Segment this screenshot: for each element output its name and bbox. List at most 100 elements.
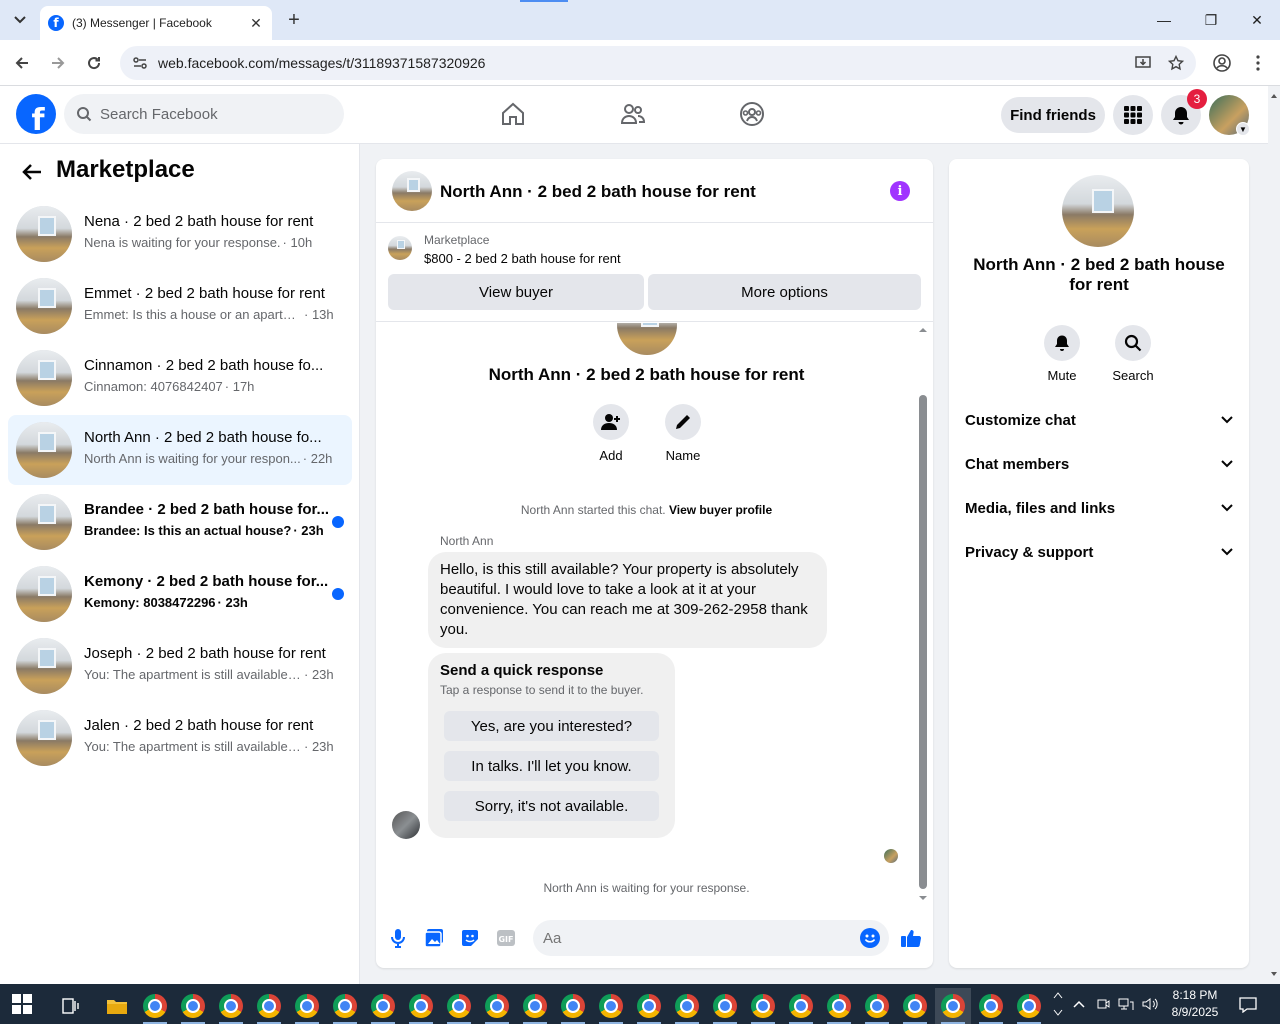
install-app-icon[interactable] bbox=[1132, 51, 1156, 75]
conversation-item[interactable]: North Ann · 2 bed 2 bath house fo... Nort… bbox=[8, 415, 352, 485]
quick-reply-in-talks-button[interactable]: In talks. I'll let you know. bbox=[444, 751, 659, 781]
conversation-item[interactable]: Kemony · 2 bed 2 bath house for... Kemony… bbox=[8, 559, 352, 629]
chevron-down-icon[interactable]: ▼ bbox=[1236, 122, 1250, 136]
windows-start-icon[interactable] bbox=[12, 994, 32, 1014]
conversation-item[interactable]: Joseph · 2 bed 2 bath house for rent You:… bbox=[8, 631, 352, 701]
chrome-taskbar-icon[interactable] bbox=[783, 988, 819, 1024]
facebook-search-box[interactable]: Search Facebook bbox=[64, 94, 344, 134]
scroll-up-icon[interactable] bbox=[1268, 90, 1280, 102]
edit-name-button[interactable]: Name bbox=[655, 404, 711, 463]
chrome-taskbar-icon[interactable] bbox=[631, 988, 667, 1024]
chrome-taskbar-icon[interactable] bbox=[897, 988, 933, 1024]
listing-thumbnail[interactable] bbox=[388, 236, 412, 260]
chrome-taskbar-icon[interactable] bbox=[327, 988, 363, 1024]
chrome-taskbar-icon[interactable] bbox=[745, 988, 781, 1024]
profile-icon[interactable] bbox=[1210, 51, 1234, 75]
emoji-icon[interactable] bbox=[860, 928, 880, 948]
thumbs-up-icon[interactable] bbox=[900, 928, 922, 948]
conversation-item[interactable]: Emmet · 2 bed 2 bath house for rent Emmet… bbox=[8, 271, 352, 341]
sticker-icon[interactable] bbox=[460, 928, 480, 948]
scroll-down-icon[interactable] bbox=[917, 893, 929, 903]
message-input[interactable] bbox=[533, 920, 889, 956]
minimize-window-button[interactable]: — bbox=[1141, 0, 1187, 40]
gif-icon[interactable]: GIF bbox=[496, 928, 516, 948]
chrome-taskbar-icon[interactable] bbox=[555, 988, 591, 1024]
chrome-taskbar-icon[interactable] bbox=[1011, 988, 1047, 1024]
conversation-item[interactable]: Nena · 2 bed 2 bath house for rent Nena i… bbox=[8, 199, 352, 269]
customize-chat-row[interactable]: Customize chat bbox=[965, 408, 1233, 432]
tray-overflow-icon[interactable] bbox=[1071, 996, 1087, 1012]
chat-title[interactable]: North Ann · 2 bed 2 bath house for rent bbox=[440, 182, 756, 202]
chrome-taskbar-icon[interactable] bbox=[593, 988, 629, 1024]
chrome-taskbar-icon[interactable] bbox=[403, 988, 439, 1024]
friends-icon[interactable] bbox=[617, 98, 649, 130]
volume-icon[interactable] bbox=[1142, 996, 1158, 1012]
find-friends-button[interactable]: Find friends bbox=[1001, 97, 1105, 133]
microphone-icon[interactable] bbox=[388, 928, 408, 948]
facebook-logo-icon[interactable]: f bbox=[16, 94, 56, 134]
photo-icon[interactable] bbox=[424, 928, 444, 948]
groups-icon[interactable] bbox=[736, 98, 768, 130]
listing-photo[interactable] bbox=[392, 171, 432, 211]
media-files-links-row[interactable]: Media, files and links bbox=[965, 496, 1233, 520]
chrome-taskbar-icon[interactable] bbox=[289, 988, 325, 1024]
reload-button[interactable] bbox=[82, 51, 106, 75]
menu-grid-button[interactable] bbox=[1113, 95, 1153, 135]
restore-window-button[interactable]: ❐ bbox=[1188, 0, 1234, 40]
browser-menu-icon[interactable] bbox=[1246, 51, 1270, 75]
close-tab-icon[interactable]: ✕ bbox=[248, 15, 264, 31]
forward-button[interactable] bbox=[46, 51, 70, 75]
meet-now-icon[interactable] bbox=[1095, 996, 1111, 1012]
chrome-taskbar-icon[interactable] bbox=[517, 988, 553, 1024]
quick-reply-yes-button[interactable]: Yes, are you interested? bbox=[444, 711, 659, 741]
conversation-item[interactable]: Brandee · 2 bed 2 bath house for... Brand… bbox=[8, 487, 352, 557]
new-tab-button[interactable]: + bbox=[282, 8, 306, 32]
info-icon[interactable]: i bbox=[890, 181, 910, 201]
conversation-item[interactable]: Cinnamon · 2 bed 2 bath house fo... Cinna… bbox=[8, 343, 352, 413]
thread-scrollbar-thumb[interactable] bbox=[919, 395, 927, 889]
chrome-taskbar-icon[interactable] bbox=[251, 988, 287, 1024]
listing-price[interactable]: $800 - 2 bed 2 bath house for rent bbox=[424, 251, 621, 266]
chrome-taskbar-icon[interactable] bbox=[669, 988, 705, 1024]
chrome-taskbar-icon[interactable] bbox=[935, 988, 971, 1024]
site-info-icon[interactable] bbox=[130, 53, 150, 73]
close-window-button[interactable]: ✕ bbox=[1234, 0, 1280, 40]
add-people-button[interactable]: Add bbox=[583, 404, 639, 463]
file-explorer-icon[interactable] bbox=[99, 988, 135, 1024]
taskbar-clock[interactable]: 8:18 PM 8/9/2025 bbox=[1166, 987, 1224, 1021]
sender-avatar[interactable] bbox=[392, 811, 420, 839]
back-button[interactable] bbox=[10, 51, 34, 75]
privacy-support-row[interactable]: Privacy & support bbox=[965, 540, 1233, 564]
chrome-taskbar-icon[interactable] bbox=[365, 988, 401, 1024]
notifications-center-icon[interactable] bbox=[1239, 996, 1257, 1014]
address-bar[interactable]: web.facebook.com/messages/t/311893715873… bbox=[120, 46, 1196, 80]
quick-reply-not-available-button[interactable]: Sorry, it's not available. bbox=[444, 791, 659, 821]
scroll-down-icon[interactable] bbox=[1268, 968, 1280, 980]
home-icon[interactable] bbox=[497, 98, 529, 130]
back-arrow-icon[interactable] bbox=[20, 160, 44, 184]
chrome-taskbar-icon[interactable] bbox=[137, 988, 173, 1024]
conversation-item[interactable]: Jalen · 2 bed 2 bath house for rent You: … bbox=[8, 703, 352, 773]
chrome-taskbar-icon[interactable] bbox=[175, 988, 211, 1024]
chrome-taskbar-icon[interactable] bbox=[479, 988, 515, 1024]
view-buyer-button[interactable]: View buyer bbox=[388, 274, 644, 310]
bookmark-star-icon[interactable] bbox=[1164, 51, 1188, 75]
taskbar-scroll-icon[interactable] bbox=[1050, 986, 1066, 1022]
chrome-taskbar-icon[interactable] bbox=[973, 988, 1009, 1024]
chrome-taskbar-icon[interactable] bbox=[441, 988, 477, 1024]
chrome-taskbar-icon[interactable] bbox=[707, 988, 743, 1024]
mute-button[interactable]: Mute bbox=[1032, 325, 1092, 383]
more-options-button[interactable]: More options bbox=[648, 274, 921, 310]
browser-tab[interactable]: f (3) Messenger | Facebook ✕ bbox=[40, 6, 272, 40]
network-icon[interactable] bbox=[1118, 996, 1134, 1012]
search-in-chat-button[interactable]: Search bbox=[1103, 325, 1163, 383]
task-view-icon[interactable] bbox=[53, 988, 89, 1024]
chrome-taskbar-icon[interactable] bbox=[859, 988, 895, 1024]
page-scrollbar[interactable] bbox=[1268, 86, 1280, 984]
tab-search-button[interactable] bbox=[8, 8, 32, 32]
chrome-taskbar-icon[interactable] bbox=[213, 988, 249, 1024]
view-buyer-profile-link[interactable]: View buyer profile bbox=[669, 503, 772, 517]
scroll-up-icon[interactable] bbox=[917, 325, 929, 335]
chat-members-row[interactable]: Chat members bbox=[965, 452, 1233, 476]
chrome-taskbar-icon[interactable] bbox=[821, 988, 857, 1024]
